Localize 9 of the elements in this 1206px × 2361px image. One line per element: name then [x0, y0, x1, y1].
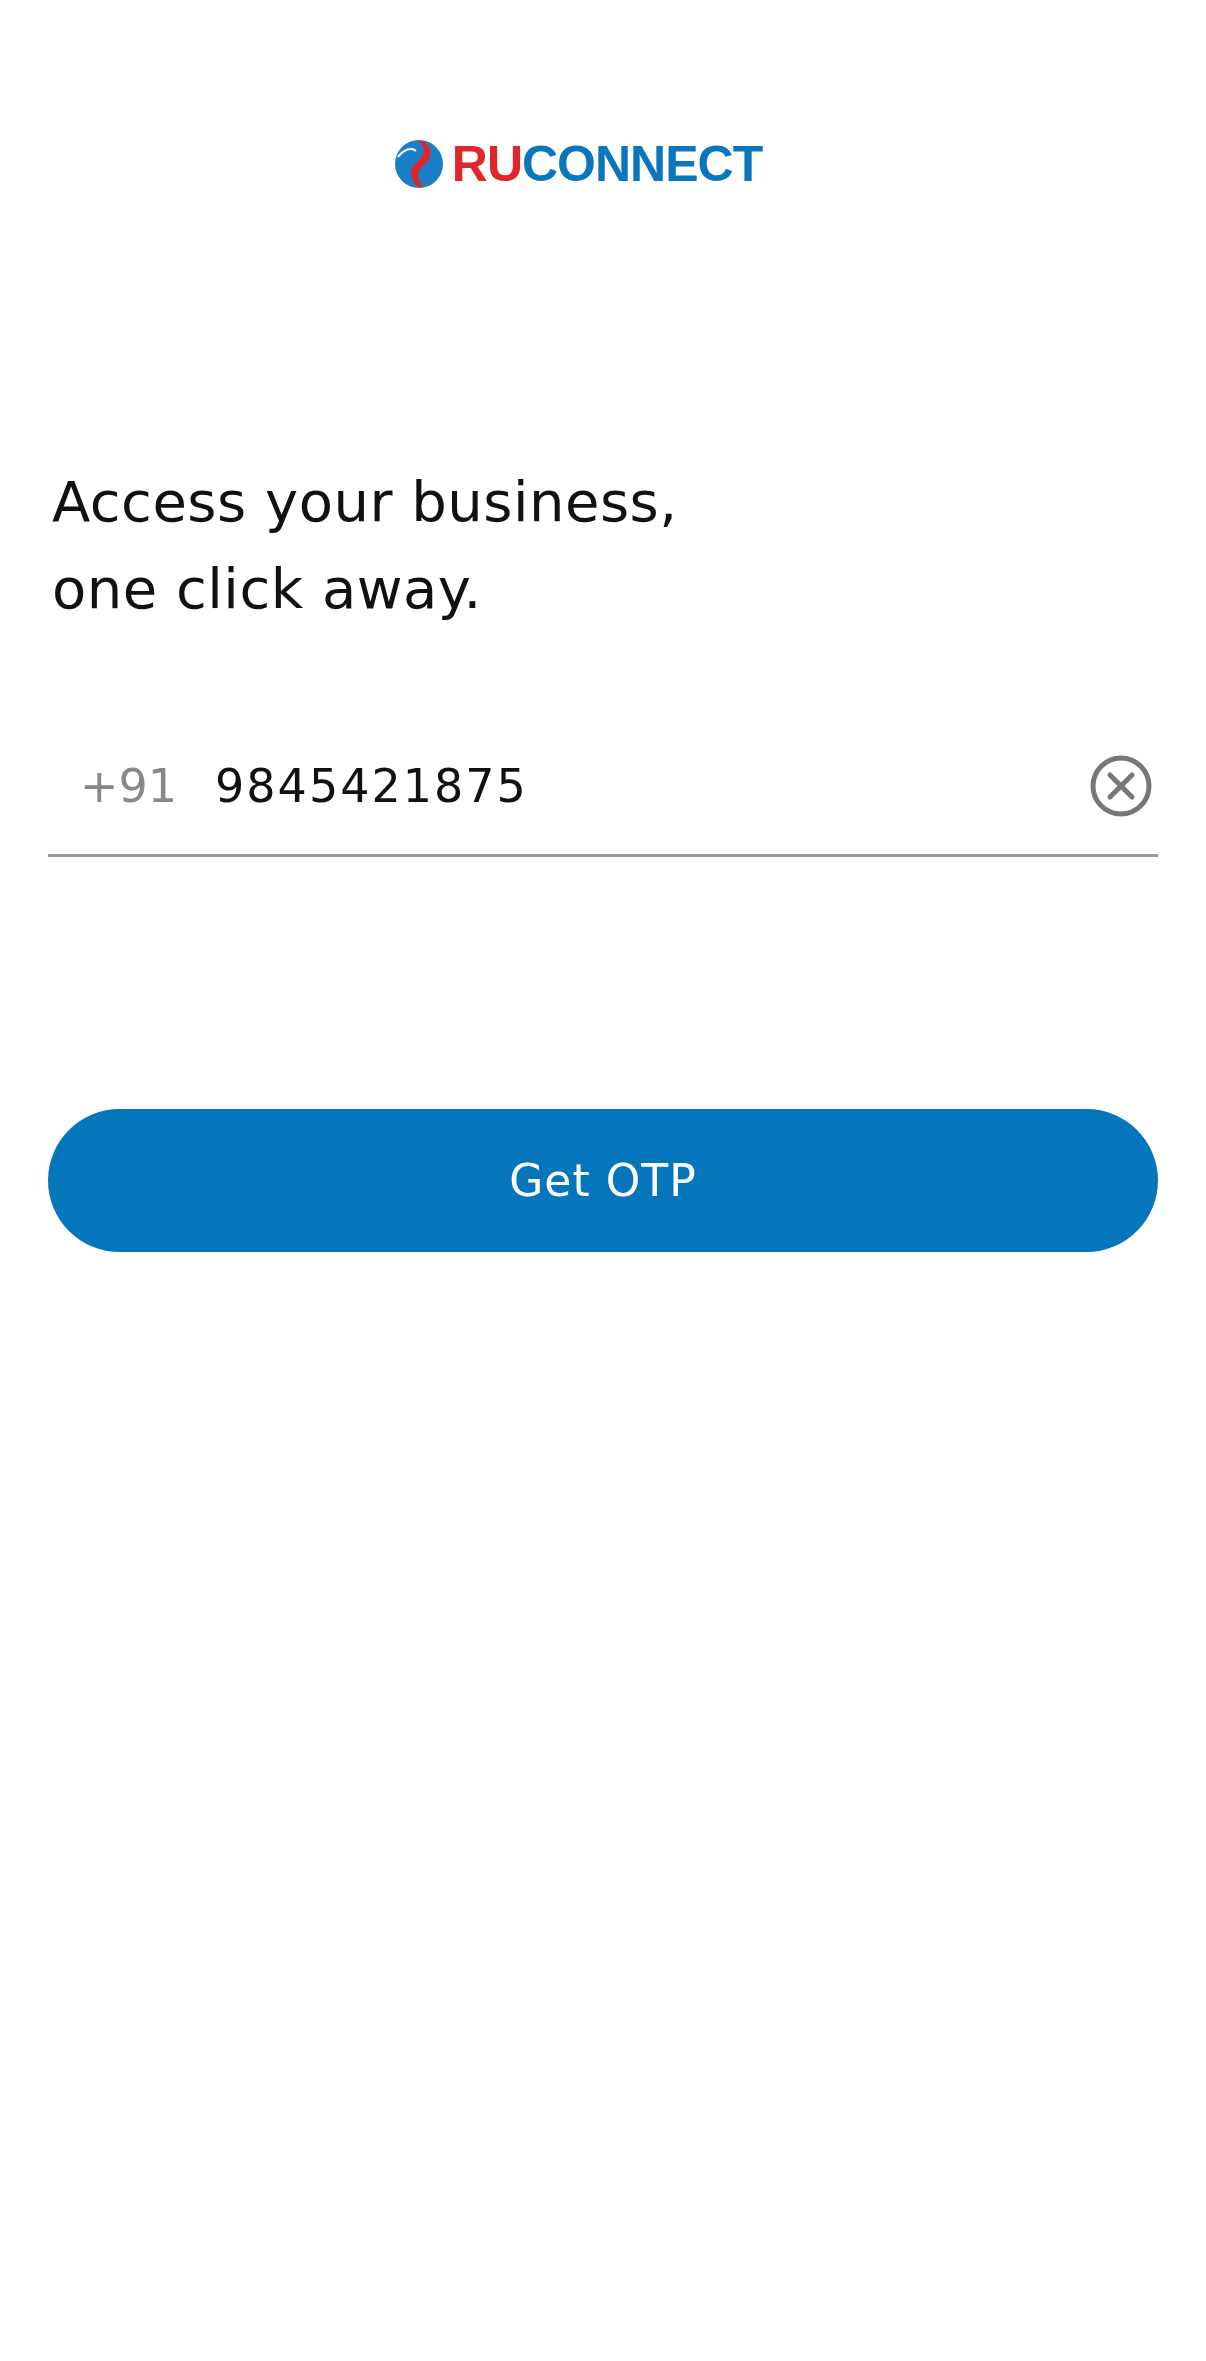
phone-input[interactable]: 9845421875	[215, 759, 1090, 813]
clear-icon[interactable]	[1090, 755, 1152, 817]
logo-text: RU	[451, 138, 522, 190]
logo-text: CONNECT	[522, 138, 763, 190]
logo-icon	[393, 139, 444, 189]
heading-line: one click away.	[52, 555, 483, 623]
get-otp-button[interactable]: Get OTP	[48, 1109, 1158, 1252]
heading-line: Access your business,	[52, 468, 679, 536]
country-code: +91	[80, 759, 178, 813]
